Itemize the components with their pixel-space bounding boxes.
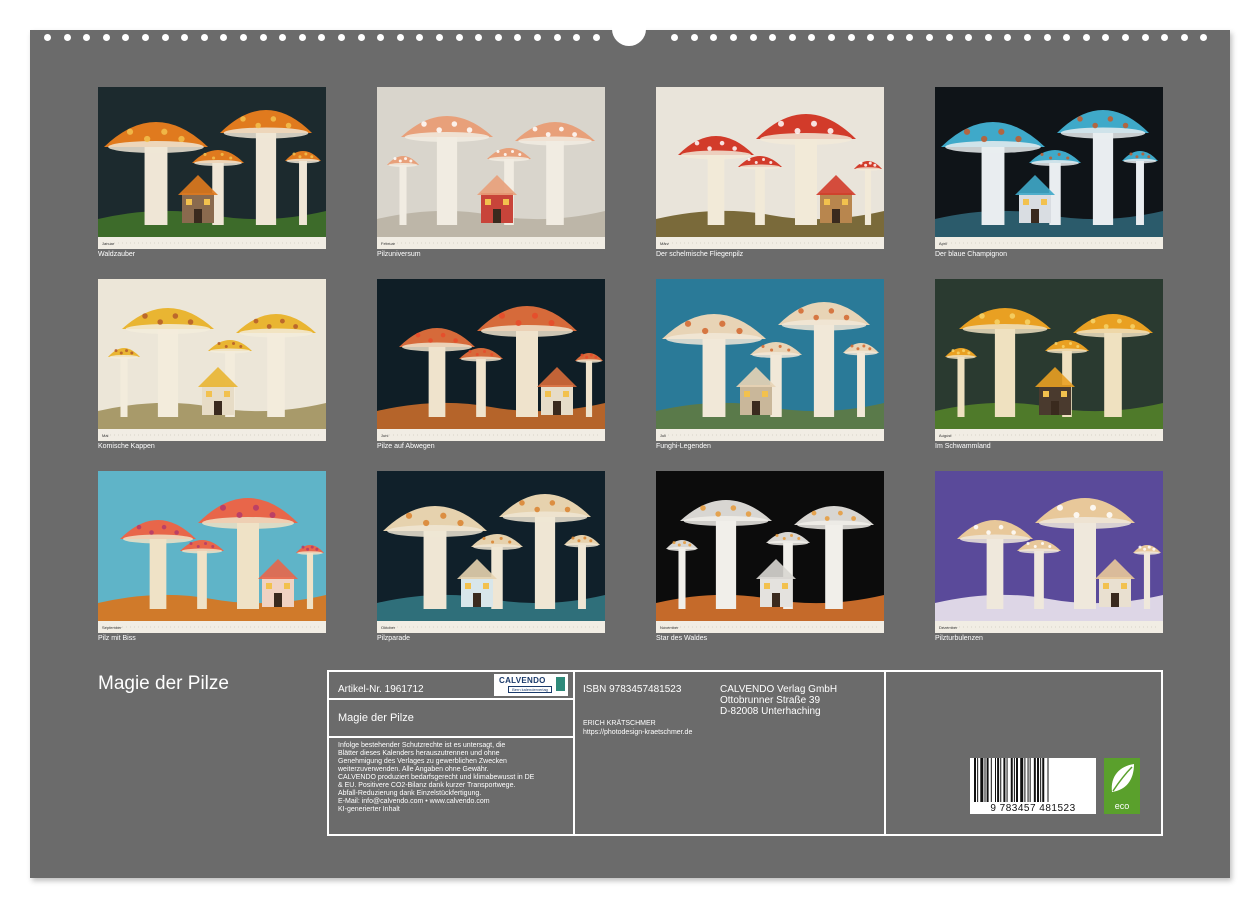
author-website: https://photodesign-kraetschmer.de [583,729,693,736]
month-label: Juni [381,433,389,438]
month-caption: Pilze auf Abwegen [377,443,435,450]
calendar-title: Magie der Pilze [98,673,229,694]
month-label: April [939,241,948,246]
month-label: August [939,433,952,438]
month-caption: Pilz mit Biss [98,635,136,642]
month-caption: Im Schwammland [935,443,991,450]
publisher-line: D-82008 Unterhaching [720,706,821,717]
month-label: November [660,625,679,630]
month-label: Februar [381,241,396,246]
legal-line: Genehmigung des Verlages zu gewerblichen… [338,758,507,765]
legal-line: E-Mail: info@calvendo.com • www.calvendo… [338,798,490,805]
legal-line: CALVENDO produziert bedarfsgerecht und k… [338,774,535,781]
month-label: März [660,241,669,246]
month-caption: Star des Waldes [656,635,708,642]
month-thumbnail: November [656,471,884,633]
legal-line: Infolge bestehender Schutzrechte ist es … [338,742,506,749]
month-thumbnail: Februar [377,87,605,249]
month-caption: Funghi-Legenden [656,443,711,450]
month-thumbnail: Mai [98,279,326,441]
month-caption: Pilzuniversum [377,251,421,258]
legal-line: KI-generierter Inhalt [338,806,400,813]
legal-line: Blätter dieses Kalenders herauszutrennen… [338,750,500,757]
month-thumbnail: März [656,87,884,249]
month-thumbnail: April [935,87,1163,249]
month-thumbnail: Juli [656,279,884,441]
month-label: Januar [102,241,115,246]
info-panel: Artikel-Nr. 1961712 CALVENDO Bern kalend… [327,670,1163,836]
month-thumbnail: Januar [98,87,326,249]
month-label: September [102,625,122,630]
legal-line: & EU. Positivere CO2-Bilanz dank kurzer … [338,782,516,789]
month-label: Dezember [939,625,958,630]
isbn-text: ISBN 9783457481523 [583,684,682,695]
month-thumbnail: September [98,471,326,633]
month-caption: Der schelmische Fliegenpilz [656,251,744,258]
publisher-line: Ottobrunner Straße 39 [720,695,821,706]
month-caption: Komische Kappen [98,443,155,450]
calvendo-logo: CALVENDO Bern kalenderverlag [494,674,568,696]
calendar-back-cover: Januar Waldzauber Februar Pilzuniversum [30,24,1230,878]
month-thumbnail: August [935,279,1163,441]
month-caption: Waldzauber [98,251,136,258]
month-label: Oktober [381,625,396,630]
month-caption: Der blaue Champignon [935,251,1007,258]
month-thumbnail: Dezember [935,471,1163,633]
article-number: Artikel-Nr. 1961712 [338,684,424,695]
month-label: Juli [660,433,667,438]
month-caption: Pilzparade [377,635,411,642]
publisher-line: CALVENDO Verlag GmbH [720,684,838,695]
product-title: Magie der Pilze [338,712,414,724]
author-name: ERICH KRÄTSCHMER [583,720,656,727]
eco-leaf-icon: eco [1104,758,1140,814]
legal-line: weiterzuverwenden. Alle Angaben ohne Gew… [338,766,489,773]
isbn-barcode: 9 783457 481523 [970,758,1096,814]
month-label: Mai [102,433,109,438]
month-thumbnail: Juni [377,279,605,441]
legal-line: Abfall-Reduzierung dank Einzelstückferti… [338,790,482,797]
month-caption: Pilzturbulenzen [935,635,983,642]
month-thumbnail: Oktober [377,471,605,633]
